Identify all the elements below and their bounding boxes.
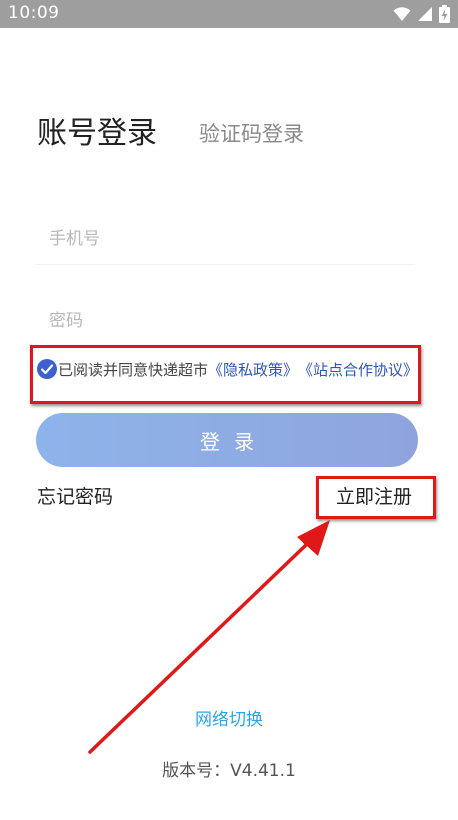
status-bar: 10:09 xyxy=(0,0,458,28)
password-field xyxy=(35,296,415,346)
password-input[interactable] xyxy=(49,306,399,336)
login-button[interactable]: 登录 xyxy=(36,413,418,467)
forgot-password-link[interactable]: 忘记密码 xyxy=(37,482,113,509)
battery-icon xyxy=(439,5,450,23)
phone-input[interactable] xyxy=(49,224,399,254)
signal-icon xyxy=(418,7,432,21)
agreement-highlight-box xyxy=(30,345,421,404)
tab-sms-login[interactable]: 验证码登录 xyxy=(199,118,304,148)
network-switch-link[interactable]: 网络切换 xyxy=(0,705,458,730)
version-label: 版本号：V4.41.1 xyxy=(162,761,296,781)
tab-account-login[interactable]: 账号登录 xyxy=(37,108,157,152)
phone-field xyxy=(35,214,415,265)
status-icons xyxy=(393,4,450,24)
register-highlight-box xyxy=(316,476,436,519)
wifi-icon xyxy=(393,7,411,21)
status-time: 10:09 xyxy=(8,3,60,23)
